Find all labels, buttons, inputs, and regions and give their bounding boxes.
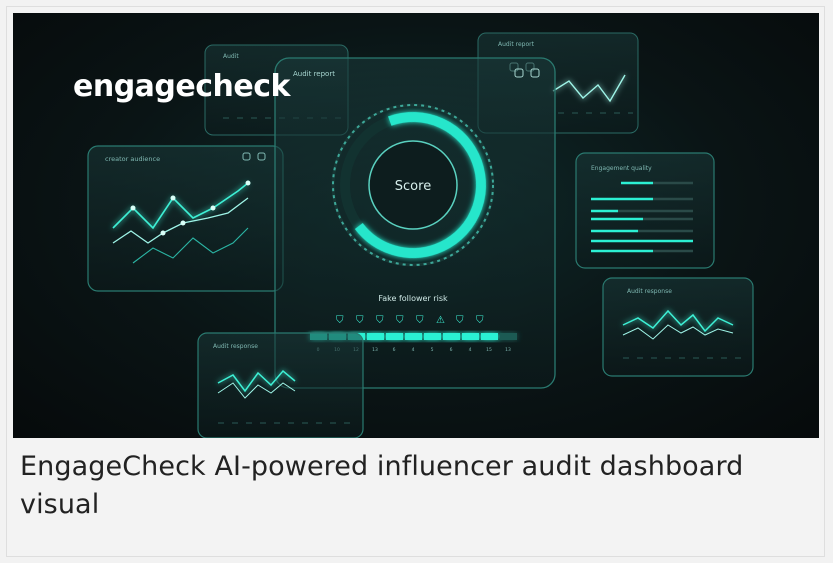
shield-icon: ⛉ (396, 315, 404, 326)
image-caption: EngageCheck AI-powered influencer audit … (20, 451, 744, 520)
shield-icon: ⛉ (376, 315, 384, 326)
risk-tick-label: 6 (393, 347, 396, 353)
gauge-label: Score (395, 179, 431, 194)
panel-creator-audience-title: creator audience (105, 155, 160, 163)
panel-creator-audience: creator audience (87, 145, 284, 292)
panel-bottom-right-title: Audit response (627, 288, 672, 295)
hero-image: Audit Audit report creator audience Audi… (13, 13, 819, 438)
panel-bottom-left-title: Audit response (213, 343, 258, 350)
risk-tick-label: 5 (431, 347, 434, 353)
shield-icon: ⛉ (456, 315, 464, 326)
risk-tick-label: 15 (486, 347, 492, 353)
panel-top-left-title: Audit (223, 53, 239, 60)
shield-icon: ⛉ (476, 315, 484, 326)
risk-tick-label: 4 (469, 347, 472, 353)
shield-icon: ⛉ (416, 315, 424, 326)
warning-icon: ⚠ (436, 315, 445, 326)
panel-top-right-title: Audit report (498, 41, 535, 48)
panel-center-title: Audit report (293, 70, 335, 78)
engagecheck-logo: engagecheck (73, 69, 290, 104)
shield-icon: ⛉ (336, 315, 344, 326)
panel-engagement-title: Engagement quality (591, 165, 652, 172)
risk-tick-label: 13 (372, 347, 378, 353)
risk-tick-label: 13 (505, 347, 511, 353)
shield-icon: ⛉ (356, 315, 364, 326)
risk-tick-label: 4 (412, 347, 415, 353)
panel-audit-response-left: Audit response (197, 332, 364, 438)
fake-follower-title: Fake follower risk (378, 294, 448, 303)
panel-audit-response-right: Audit response (602, 277, 754, 377)
panel-engagement-quality: Engagement quality (575, 152, 715, 269)
risk-tick-label: 6 (450, 347, 453, 353)
